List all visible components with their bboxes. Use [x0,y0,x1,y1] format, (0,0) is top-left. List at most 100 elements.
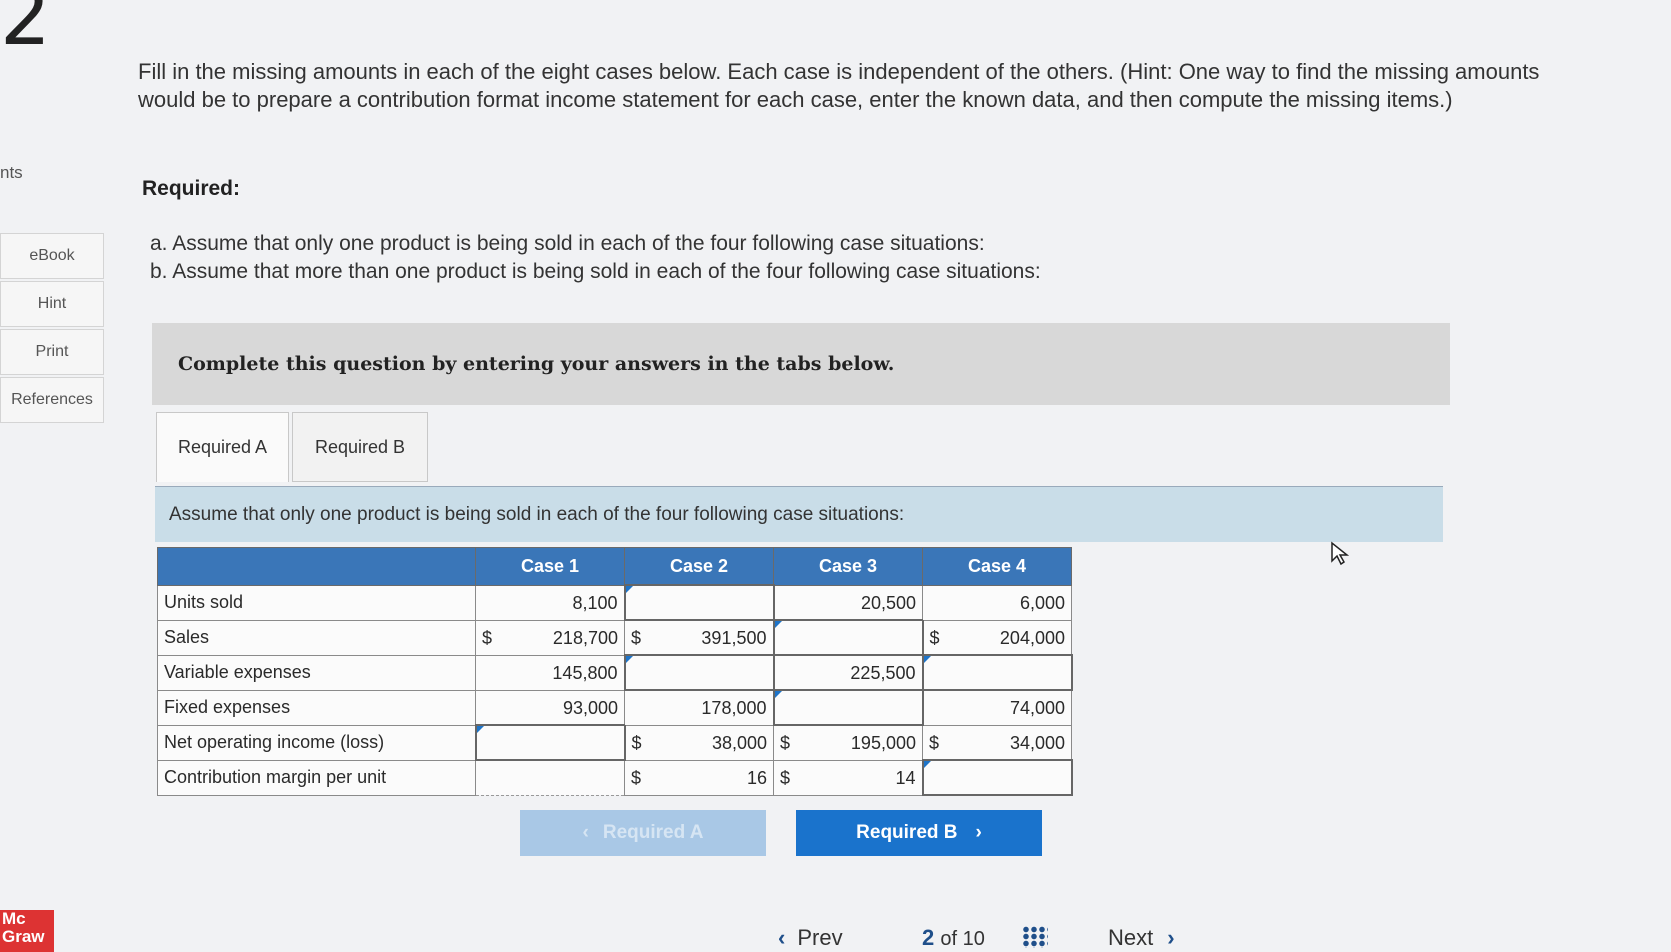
sidebar-item-hint[interactable]: Hint [0,281,104,327]
row-label-variable-expenses: Variable expenses [157,654,476,691]
tab-required-b[interactable]: Required B [292,412,428,482]
mcgraw-logo: Mc Graw [0,910,54,952]
cell-case4-fixed-expenses: 74,000 [922,689,1072,726]
prev-required-button[interactable]: ‹ Required A [520,810,766,856]
currency-sign: $ [780,733,791,753]
pager-prev[interactable]: ‹ Prev [778,925,843,951]
input-case3-sales[interactable] [772,619,924,656]
cell-value: 93,000 [562,697,618,718]
cell-case4-sales: $204,000 [922,619,1072,656]
tab-instructions: Assume that only one product is being so… [155,486,1443,542]
chevron-left-icon: ‹ [778,925,786,950]
table-header-row: Case 1 Case 2 Case 3 Case 4 [157,547,1072,586]
pager-prev-label: Prev [797,925,843,950]
next-required-label: Required B [856,822,958,843]
cell-value: 218,700 [552,627,618,648]
cell-value: 6,000 [1019,592,1065,613]
row-label-fixed-expenses: Fixed expenses [157,689,476,726]
chevron-left-icon: ‹ [582,822,589,843]
pager-next[interactable]: Next › [1108,925,1175,951]
cell-case2-fixed-expenses: 178,000 [624,689,774,726]
sidebar-partial-label: nts [0,163,23,182]
cell-value: 8,100 [572,592,618,613]
cell-value: 74,000 [1009,698,1065,718]
cell-value: 195,000 [850,733,916,753]
pager-current-page: 2 [922,925,935,950]
table-row: Variable expenses 145,800 225,500 [157,654,1073,691]
table-row: Units sold 8,100 20,500 6,000 [157,584,1072,621]
page-grid-icon[interactable] [1022,926,1048,948]
currency-sign: $ [780,767,791,788]
chevron-right-icon: › [1167,925,1175,950]
header-blank [157,547,476,586]
instructions-text: Complete this question by entering your … [178,353,895,375]
required-item-a: a. Assume that only one product is being… [150,232,985,255]
currency-sign: $ [631,628,642,648]
input-case4-variable-expenses[interactable] [921,654,1073,691]
cell-value: 178,000 [701,698,767,718]
cell-value: 204,000 [999,627,1065,648]
cell-case4-net-operating-income: $34,000 [922,724,1072,761]
cell-case3-net-operating-income: $195,000 [773,724,923,761]
cell-case3-contribution-margin: $14 [773,759,923,796]
currency-sign: $ [929,732,940,753]
input-case1-net-operating-income[interactable] [474,724,626,761]
input-case2-units-sold[interactable] [623,584,775,621]
row-label-units-sold: Units sold [157,584,476,621]
cell-value: 145,800 [552,662,618,683]
mouse-cursor-icon [1331,541,1350,566]
required-item-b: b. Assume that more than one product is … [150,260,1041,283]
header-case-3: Case 3 [773,547,923,586]
row-label-sales: Sales [157,619,476,656]
intro-text: Fill in the missing amounts in each of t… [138,59,1540,112]
table-row: Fixed expenses 93,000 178,000 74,000 [157,689,1072,726]
cell-value: 16 [746,767,767,788]
currency-sign: $ [482,627,493,648]
input-case2-variable-expenses[interactable] [623,654,775,691]
cell-case2-net-operating-income: $38,000 [624,724,774,761]
currency-sign: $ [631,732,642,753]
cell-value: 34,000 [1009,732,1065,753]
cases-table: Case 1 Case 2 Case 3 Case 4 Units sold 8… [157,547,1073,796]
table-row: Sales $218,700 $391,500 $204,000 [157,619,1072,656]
next-required-button[interactable]: Required B › [796,810,1042,856]
table-row: Net operating income (loss) $38,000 $195… [157,724,1072,761]
input-case4-contribution-margin[interactable] [921,759,1073,796]
chevron-right-icon: › [975,822,982,843]
header-case-1: Case 1 [475,547,625,586]
sidebar-item-references[interactable]: References [0,377,104,423]
cell-case4-units-sold: 6,000 [922,584,1072,621]
cell-case1-units-sold: 8,100 [475,584,625,621]
sidebar-item-print[interactable]: Print [0,329,104,375]
cell-case1-fixed-expenses: 93,000 [475,689,625,726]
required-list: a. Assume that only one product is being… [150,230,1041,286]
tab-required-a[interactable]: Required A [156,412,289,482]
header-case-4: Case 4 [922,547,1072,586]
cell-case3-variable-expenses: 225,500 [773,654,923,691]
row-label-contribution-margin-per-unit: Contribution margin per unit [157,759,476,796]
cell-case1-sales: $218,700 [475,619,625,656]
cell-case1-contribution-margin [475,759,625,796]
pager-next-label: Next [1108,925,1154,950]
currency-sign: $ [929,627,940,648]
cell-case2-sales: $391,500 [624,619,774,656]
row-label-net-operating-income: Net operating income (loss) [157,724,476,761]
cell-value: 14 [895,767,916,788]
currency-sign: $ [631,767,642,788]
pager-position: 2 of 10 [922,925,985,951]
cell-case1-variable-expenses: 145,800 [475,654,625,691]
table-row: Contribution margin per unit $16 $14 [157,759,1073,796]
header-case-2: Case 2 [624,547,774,586]
input-case3-fixed-expenses[interactable] [772,689,924,726]
cell-value: 38,000 [711,732,767,753]
cell-value: 225,500 [850,663,916,683]
cell-value: 20,500 [860,592,916,613]
instructions-box: Complete this question by entering your … [152,323,1450,405]
prev-required-label: Required A [602,822,704,843]
cell-case3-units-sold: 20,500 [773,584,923,621]
question-number: 2 [0,0,51,63]
cell-value: 391,500 [701,628,767,648]
sidebar: eBook Hint Print References [0,233,104,425]
sidebar-item-ebook[interactable]: eBook [0,233,104,279]
cell-case2-contribution-margin: $16 [624,759,774,796]
